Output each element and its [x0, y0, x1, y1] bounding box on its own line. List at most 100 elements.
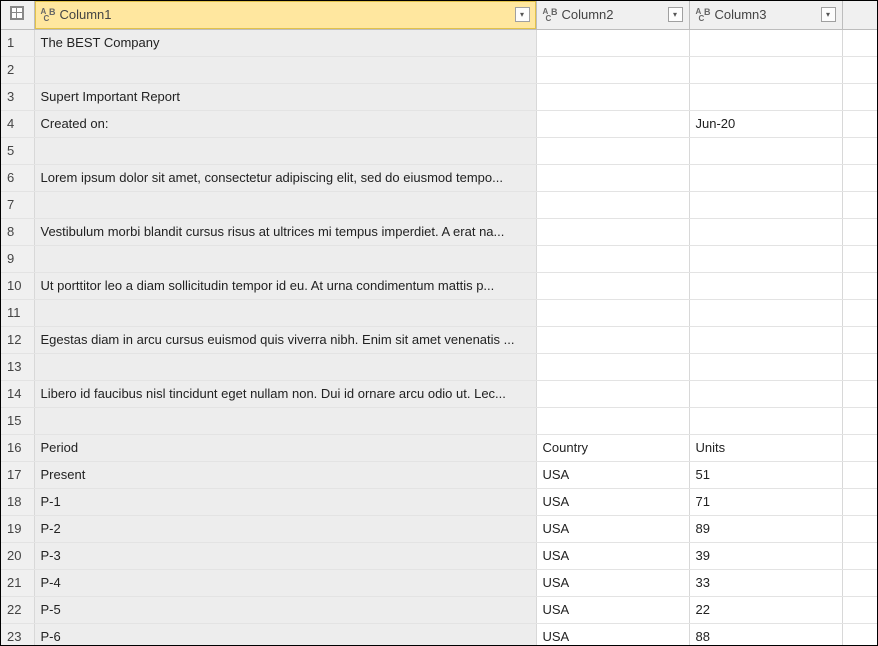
cell-column3[interactable]: 71: [689, 488, 842, 515]
cell-column1[interactable]: P-6: [34, 623, 536, 645]
table-row[interactable]: 18P-1USA71: [1, 488, 877, 515]
cell-column3[interactable]: [689, 164, 842, 191]
row-number[interactable]: 12: [1, 326, 34, 353]
cell-column1[interactable]: Ut porttitor leo a diam sollicitudin tem…: [34, 272, 536, 299]
table-row[interactable]: 20P-3USA39: [1, 542, 877, 569]
cell-column3[interactable]: [689, 218, 842, 245]
row-number[interactable]: 9: [1, 245, 34, 272]
cell-column2[interactable]: [536, 218, 689, 245]
cell-column3[interactable]: [689, 245, 842, 272]
filter-dropdown-button[interactable]: ▾: [668, 7, 683, 22]
cell-column2[interactable]: [536, 191, 689, 218]
cell-column1[interactable]: [34, 353, 536, 380]
row-number[interactable]: 18: [1, 488, 34, 515]
row-number[interactable]: 23: [1, 623, 34, 645]
cell-column1[interactable]: Vestibulum morbi blandit cursus risus at…: [34, 218, 536, 245]
cell-column1[interactable]: [34, 137, 536, 164]
row-number[interactable]: 4: [1, 110, 34, 137]
filter-dropdown-button[interactable]: ▾: [515, 7, 530, 22]
table-row[interactable]: 3Supert Important Report: [1, 83, 877, 110]
row-number[interactable]: 17: [1, 461, 34, 488]
cell-column2[interactable]: [536, 29, 689, 56]
cell-column2[interactable]: Country: [536, 434, 689, 461]
cell-column3[interactable]: [689, 272, 842, 299]
row-number[interactable]: 13: [1, 353, 34, 380]
cell-column2[interactable]: USA: [536, 488, 689, 515]
cell-column2[interactable]: [536, 110, 689, 137]
cell-column1[interactable]: P-3: [34, 542, 536, 569]
table-row[interactable]: 16PeriodCountryUnits: [1, 434, 877, 461]
cell-column3[interactable]: [689, 326, 842, 353]
cell-column3[interactable]: Units: [689, 434, 842, 461]
cell-column1[interactable]: [34, 299, 536, 326]
table-row[interactable]: 13: [1, 353, 877, 380]
cell-column3[interactable]: [689, 380, 842, 407]
table-row[interactable]: 4Created on:Jun-20: [1, 110, 877, 137]
cell-column1[interactable]: The BEST Company: [34, 29, 536, 56]
table-corner-menu[interactable]: [1, 1, 34, 29]
row-number[interactable]: 19: [1, 515, 34, 542]
cell-column2[interactable]: [536, 272, 689, 299]
cell-column2[interactable]: USA: [536, 596, 689, 623]
cell-column3[interactable]: Jun-20: [689, 110, 842, 137]
cell-column1[interactable]: Libero id faucibus nisl tincidunt eget n…: [34, 380, 536, 407]
cell-column1[interactable]: Supert Important Report: [34, 83, 536, 110]
cell-column3[interactable]: [689, 407, 842, 434]
cell-column3[interactable]: [689, 353, 842, 380]
cell-column3[interactable]: [689, 137, 842, 164]
row-number[interactable]: 16: [1, 434, 34, 461]
cell-column1[interactable]: Lorem ipsum dolor sit amet, consectetur …: [34, 164, 536, 191]
cell-column1[interactable]: Period: [34, 434, 536, 461]
table-row[interactable]: 9: [1, 245, 877, 272]
cell-column2[interactable]: [536, 407, 689, 434]
cell-column1[interactable]: Present: [34, 461, 536, 488]
cell-column1[interactable]: P-1: [34, 488, 536, 515]
row-number[interactable]: 2: [1, 56, 34, 83]
row-number[interactable]: 7: [1, 191, 34, 218]
cell-column2[interactable]: USA: [536, 623, 689, 645]
table-row[interactable]: 21P-4USA33: [1, 569, 877, 596]
row-number[interactable]: 14: [1, 380, 34, 407]
row-number[interactable]: 8: [1, 218, 34, 245]
cell-column2[interactable]: [536, 137, 689, 164]
table-row[interactable]: 7: [1, 191, 877, 218]
table-row[interactable]: 14Libero id faucibus nisl tincidunt eget…: [1, 380, 877, 407]
cell-column1[interactable]: Egestas diam in arcu cursus euismod quis…: [34, 326, 536, 353]
cell-column3[interactable]: 39: [689, 542, 842, 569]
cell-column3[interactable]: 33: [689, 569, 842, 596]
cell-column2[interactable]: [536, 56, 689, 83]
cell-column3[interactable]: 22: [689, 596, 842, 623]
cell-column2[interactable]: USA: [536, 569, 689, 596]
cell-column2[interactable]: USA: [536, 515, 689, 542]
row-number[interactable]: 6: [1, 164, 34, 191]
table-row[interactable]: 12Egestas diam in arcu cursus euismod qu…: [1, 326, 877, 353]
cell-column1[interactable]: P-4: [34, 569, 536, 596]
table-row[interactable]: 11: [1, 299, 877, 326]
column-header-column2[interactable]: AC B Column2 ▾: [536, 1, 689, 29]
table-row[interactable]: 22P-5USA22: [1, 596, 877, 623]
cell-column1[interactable]: [34, 245, 536, 272]
table-row[interactable]: 5: [1, 137, 877, 164]
table-row[interactable]: 8Vestibulum morbi blandit cursus risus a…: [1, 218, 877, 245]
table-row[interactable]: 23P-6USA88: [1, 623, 877, 645]
cell-column3[interactable]: [689, 299, 842, 326]
cell-column1[interactable]: [34, 56, 536, 83]
row-number[interactable]: 22: [1, 596, 34, 623]
cell-column2[interactable]: [536, 83, 689, 110]
cell-column3[interactable]: [689, 83, 842, 110]
cell-column3[interactable]: [689, 29, 842, 56]
cell-column2[interactable]: [536, 245, 689, 272]
filter-dropdown-button[interactable]: ▾: [821, 7, 836, 22]
table-row[interactable]: 2: [1, 56, 877, 83]
cell-column2[interactable]: [536, 380, 689, 407]
table-row[interactable]: 19P-2USA89: [1, 515, 877, 542]
table-row[interactable]: 17PresentUSA51: [1, 461, 877, 488]
column-header-column1[interactable]: AC B Column1 ▾: [34, 1, 536, 29]
cell-column1[interactable]: P-5: [34, 596, 536, 623]
column-header-column3[interactable]: AC B Column3 ▾: [689, 1, 842, 29]
row-number[interactable]: 20: [1, 542, 34, 569]
cell-column3[interactable]: [689, 56, 842, 83]
cell-column2[interactable]: [536, 164, 689, 191]
cell-column3[interactable]: 89: [689, 515, 842, 542]
row-number[interactable]: 15: [1, 407, 34, 434]
